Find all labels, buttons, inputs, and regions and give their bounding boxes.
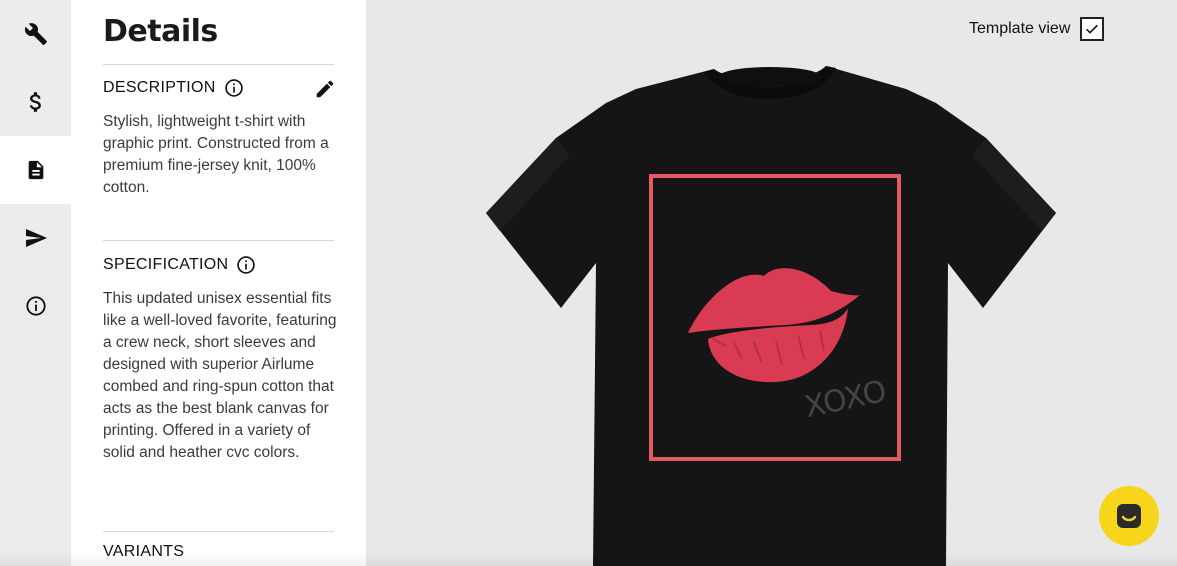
divider [103,64,334,65]
divider [103,240,334,241]
template-view-checkbox[interactable] [1080,17,1105,41]
chat-launcher-button[interactable] [1099,486,1159,546]
details-panel: Details DESCRIPTION Stylish, lightweight… [71,0,366,566]
specification-info-icon[interactable] [236,255,256,275]
sidebar-item-pricing[interactable] [0,68,71,136]
edit-description-icon[interactable] [314,78,336,100]
description-heading: DESCRIPTION [103,78,244,98]
sidebar-rail [0,0,71,566]
specification-heading-label: SPECIFICATION [103,256,229,273]
sidebar-item-tools[interactable] [0,0,71,68]
document-icon [28,160,43,180]
description-heading-label: DESCRIPTION [103,79,216,96]
description-info-icon[interactable] [224,78,244,98]
info-icon [25,296,46,316]
sidebar-item-info[interactable] [0,272,71,340]
send-icon [25,229,47,247]
tshirt-mockup: XOXO [486,66,1056,566]
description-text: Stylish, lightweight t-shirt with graphi… [103,113,329,196]
checkmark-icon [1086,24,1099,34]
sidebar-item-publish[interactable] [0,204,71,272]
divider [103,531,334,532]
specification-heading: SPECIFICATION [103,255,256,275]
dollar-icon [29,92,41,112]
wrench-icon [24,23,47,45]
template-view-toggle[interactable]: Template view [969,17,1105,41]
variants-heading[interactable]: VARIANTS [103,543,184,561]
specification-text: This updated unisex essential fits like … [103,290,337,461]
sidebar-item-details[interactable] [0,136,71,204]
variants-heading-label: VARIANTS [103,543,185,560]
template-view-label: Template view [969,20,1071,37]
page-title: Details [103,14,218,49]
chat-icon [1117,504,1141,528]
